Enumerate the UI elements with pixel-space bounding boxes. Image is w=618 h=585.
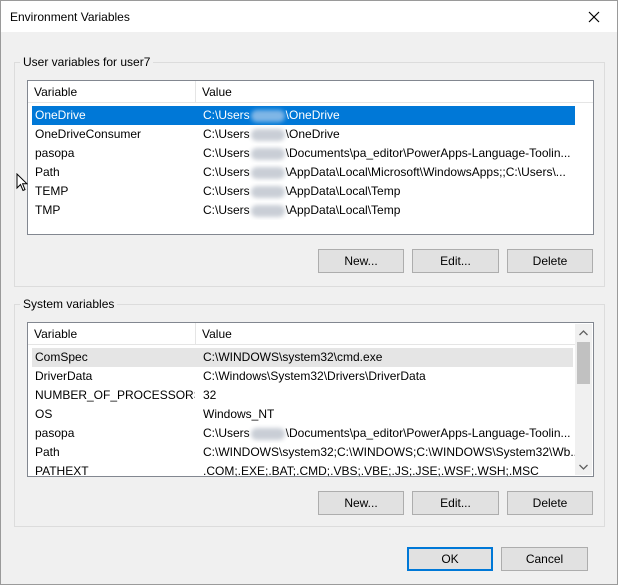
redacted-username	[250, 147, 285, 160]
variable-name: pasopa	[35, 146, 75, 160]
value-suffix: \Documents\pa_editor\PowerApps-Language-…	[285, 426, 571, 440]
variable-name: OneDriveConsumer	[35, 127, 142, 141]
list-item[interactable]: pasopa C:\Users \Documents\pa_editor\Power…	[32, 424, 573, 443]
cancel-button[interactable]: Cancel	[501, 547, 588, 571]
redacted-username	[250, 185, 285, 198]
value-suffix: \AppData\Local\Temp	[285, 203, 401, 217]
variable-value: C:\Users \OneDrive	[203, 125, 340, 144]
variable-name: NUMBER_OF_PROCESSORS	[35, 388, 195, 402]
list-item[interactable]: ComSpec C:\WINDOWS\system32\cmd.exe	[32, 348, 573, 367]
variable-name: OneDrive	[35, 108, 86, 122]
window-title: Environment Variables	[10, 10, 130, 24]
user-list-header: Variable Value	[28, 81, 593, 103]
value-prefix: C:\Users	[203, 184, 250, 198]
scroll-down-arrow[interactable]	[575, 458, 592, 475]
system-variables-list[interactable]: Variable Value ComSpec C:\WINDOWS\system3…	[27, 322, 594, 477]
system-variables-label: System variables	[20, 297, 118, 311]
value-suffix: \AppData\Local\Temp	[285, 184, 401, 198]
list-item[interactable]: DriverData C:\Windows\System32\Drivers\Dr…	[32, 367, 573, 386]
variable-name: ComSpec	[35, 350, 88, 364]
variable-value: C:\Users \AppData\Local\Temp	[203, 182, 400, 201]
list-item[interactable]: OneDriveConsumer C:\Users \OneDrive	[32, 125, 575, 144]
ok-button[interactable]: OK	[407, 547, 493, 571]
variable-value: C:\Users \AppData\Local\Temp	[203, 201, 400, 220]
chevron-down-icon	[579, 464, 588, 470]
variable-value: C:\WINDOWS\system32\cmd.exe	[203, 350, 383, 364]
variable-value: Windows_NT	[203, 407, 275, 421]
list-item[interactable]: OS Windows_NT	[32, 405, 573, 424]
value-suffix: \AppData\Local\Microsoft\WindowsApps;;C:…	[285, 165, 566, 179]
list-item[interactable]: OneDrive C:\Users \OneDrive	[32, 106, 575, 125]
variable-name: DriverData	[35, 369, 93, 383]
value-prefix: C:\Users	[203, 146, 250, 160]
value-suffix: \Documents\pa_editor\PowerApps-Language-…	[285, 146, 571, 160]
user-edit-button[interactable]: Edit...	[412, 249, 499, 273]
variable-value: C:\Users \Documents\pa_editor\PowerApps-L…	[203, 424, 571, 443]
system-delete-button[interactable]: Delete	[507, 491, 593, 515]
user-variables-list[interactable]: Variable Value OneDrive C:\Users \OneDrive…	[27, 80, 594, 235]
variable-value: .COM;.EXE;.BAT;.CMD;.VBS;.VBE;.JS;.JSE;.…	[203, 464, 539, 477]
redacted-username	[250, 128, 285, 141]
list-item[interactable]: Path C:\WINDOWS\system32;C:\WINDOWS;C:\WI…	[32, 443, 580, 462]
environment-variables-dialog: Environment Variables User variables for…	[0, 0, 618, 585]
variable-name: Path	[35, 165, 60, 179]
title-bar: Environment Variables	[1, 1, 617, 32]
list-item[interactable]: PATHEXT .COM;.EXE;.BAT;.CMD;.VBS;.VBE;.JS…	[32, 462, 573, 477]
user-variables-label: User variables for user7	[20, 55, 154, 69]
redacted-username	[250, 166, 285, 179]
value-prefix: C:\Users	[203, 127, 250, 141]
system-edit-button[interactable]: Edit...	[412, 491, 499, 515]
column-header-variable[interactable]: Variable	[28, 81, 196, 103]
scroll-thumb[interactable]	[577, 342, 590, 384]
mouse-pointer-icon	[16, 173, 28, 192]
user-new-button[interactable]: New...	[318, 249, 404, 273]
scroll-up-arrow[interactable]	[575, 324, 592, 341]
variable-value: C:\Users \Documents\pa_editor\PowerApps-L…	[203, 144, 571, 163]
list-item[interactable]: TEMP C:\Users \AppData\Local\Temp	[32, 182, 575, 201]
system-list-scrollbar[interactable]	[575, 324, 592, 475]
system-list-header: Variable Value	[28, 323, 575, 345]
column-header-variable[interactable]: Variable	[28, 323, 196, 345]
list-item[interactable]: pasopa C:\Users \Documents\pa_editor\Power…	[32, 144, 575, 163]
value-suffix: \OneDrive	[285, 108, 340, 122]
value-prefix: C:\Users	[203, 203, 250, 217]
redacted-username	[250, 427, 285, 440]
close-button[interactable]	[571, 1, 617, 32]
redacted-username	[250, 204, 285, 217]
list-item[interactable]: TMP C:\Users \AppData\Local\Temp	[32, 201, 575, 220]
value-prefix: C:\Users	[203, 426, 250, 440]
system-new-button[interactable]: New...	[318, 491, 404, 515]
chevron-up-icon	[579, 329, 588, 335]
variable-name: OS	[35, 407, 53, 421]
user-delete-button[interactable]: Delete	[507, 249, 593, 273]
value-prefix: C:\Users	[203, 165, 250, 179]
variable-value: C:\Users \AppData\Local\Microsoft\Windows…	[203, 163, 566, 182]
list-item[interactable]: NUMBER_OF_PROCESSORS 32	[32, 386, 573, 405]
close-icon	[588, 11, 600, 22]
value-prefix: C:\Users	[203, 108, 250, 122]
column-header-value[interactable]: Value	[196, 323, 575, 345]
variable-name: pasopa	[35, 426, 75, 440]
variable-name: TMP	[35, 203, 61, 217]
variable-value: C:\Windows\System32\Drivers\DriverData	[203, 369, 426, 383]
variable-name: Path	[35, 445, 60, 459]
variable-value: 32	[203, 388, 217, 402]
variable-name: TEMP	[35, 184, 69, 198]
variable-name: PATHEXT	[35, 464, 89, 477]
variable-value: C:\Users \OneDrive	[203, 106, 340, 125]
value-suffix: \OneDrive	[285, 127, 340, 141]
redacted-username	[250, 109, 285, 122]
variable-value: C:\WINDOWS\system32;C:\WINDOWS;C:\WINDOW…	[203, 445, 581, 459]
list-item[interactable]: Path C:\Users \AppData\Local\Microsoft\Win…	[32, 163, 575, 182]
column-header-value[interactable]: Value	[196, 81, 593, 103]
